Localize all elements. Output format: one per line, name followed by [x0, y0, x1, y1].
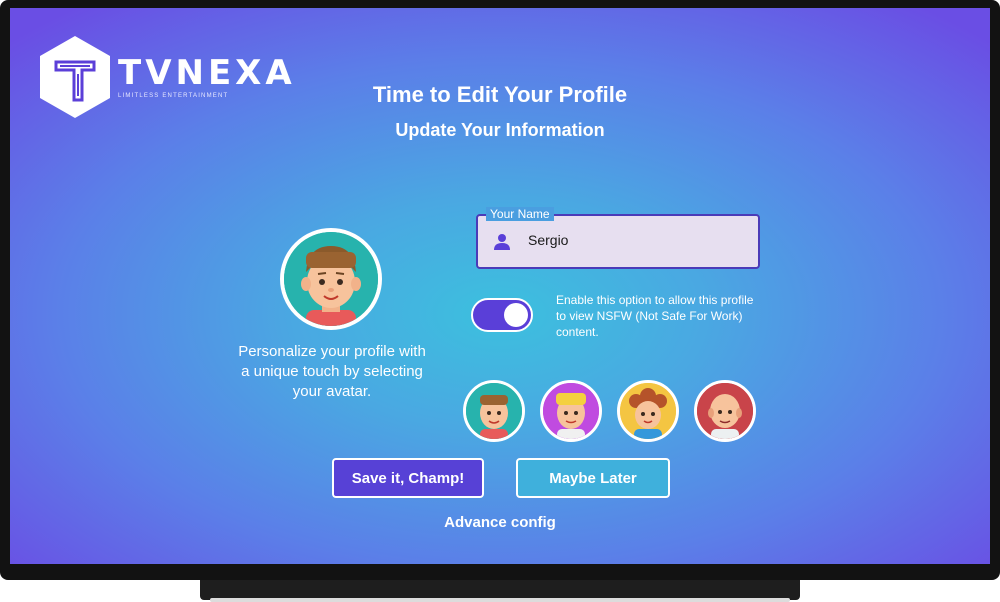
curly-girl-avatar-icon [620, 383, 676, 439]
avatar-option-1[interactable] [463, 380, 525, 442]
avatar-caption: Personalize your profile with a unique t… [238, 343, 426, 400]
name-input[interactable]: Sergio [476, 214, 760, 269]
tv-screen: TVNEXA LIMITLESS ENTERTAINMENT Time to E… [10, 8, 990, 564]
advance-config-link[interactable]: Advance config [10, 514, 990, 531]
maybe-later-button[interactable]: Maybe Later [516, 458, 670, 498]
tv-stand-shadow [210, 598, 790, 602]
save-button[interactable]: Save it, Champ! [332, 458, 484, 498]
nsfw-toggle[interactable] [471, 298, 533, 332]
name-value: Sergio [528, 232, 569, 248]
current-avatar[interactable] [280, 228, 382, 330]
page-subtitle: Update Your Information [395, 120, 605, 140]
boy-avatar-icon [466, 383, 522, 439]
person-icon [494, 234, 510, 250]
nsfw-description: Enable this option to allow this profile… [556, 293, 754, 339]
name-field-label: Your Name [486, 207, 554, 221]
bald-man-avatar-icon [697, 383, 753, 439]
avatar-option-2[interactable] [540, 380, 602, 442]
boy-avatar-icon [284, 232, 378, 326]
tv-stand [200, 580, 800, 600]
blonde-boy-avatar-icon [543, 383, 599, 439]
page-title: Time to Edit Your Profile [372, 82, 628, 107]
avatar-option-3[interactable] [617, 380, 679, 442]
avatar-option-4[interactable] [694, 380, 756, 442]
toggle-knob [504, 303, 528, 327]
